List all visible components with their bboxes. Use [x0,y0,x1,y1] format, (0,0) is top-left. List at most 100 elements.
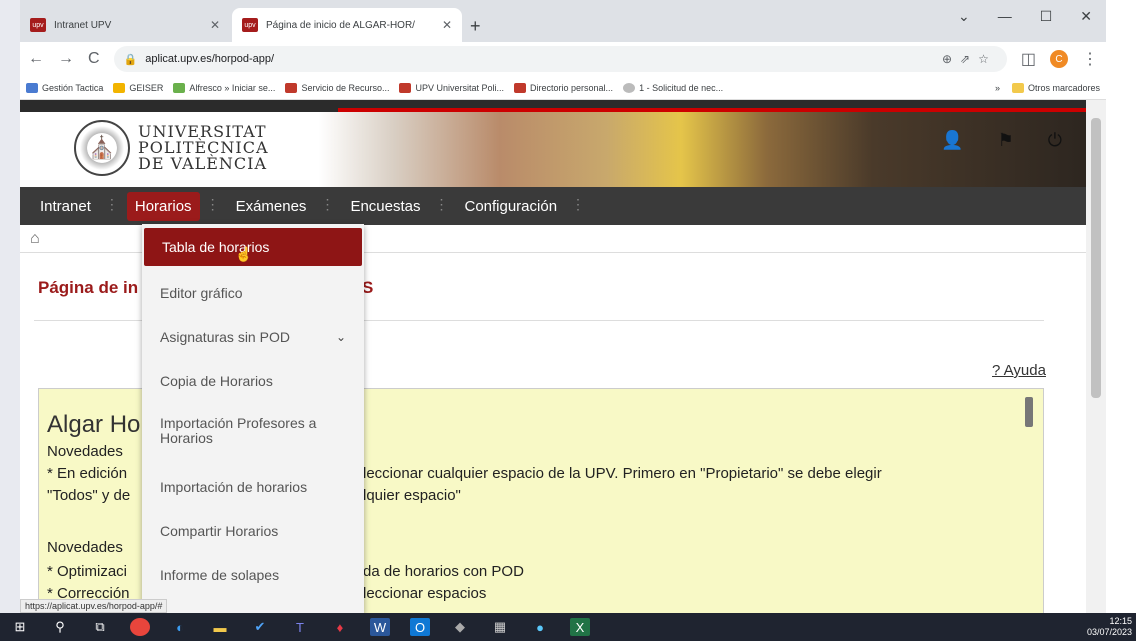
teams-icon[interactable]: T [290,618,310,636]
bookmark-label: Alfresco » Iniciar se... [189,82,276,93]
back-icon[interactable]: ← [28,50,44,68]
other-bookmarks-folder[interactable]: Otros marcadores [1011,82,1100,93]
panel-text-line: * En edición [47,465,128,482]
page-scrollbar[interactable] [1086,100,1106,613]
app-icon[interactable]: ♦ [330,618,350,636]
menu-item-copia-de-horarios[interactable]: Copia de Horarios [142,374,364,389]
bookmarks-overflow-button[interactable]: » [995,83,1000,93]
maximize-icon[interactable]: ☐ [1040,8,1053,25]
horarios-dropdown-menu: Tabla de horarios ☝ Editor gráfico Asign… [142,224,364,613]
excel-icon[interactable]: X [570,618,590,636]
scrollbar-thumb[interactable] [1091,118,1101,398]
help-link[interactable]: ? Ayuda [992,362,1046,379]
menu-item-importacion-profesores[interactable]: Importación Profesores a Horarios [142,416,364,446]
user-icon[interactable]: 👤 [941,130,963,151]
address-bar-actions: ⊕⇗☆ [942,52,997,66]
clock-date: 03/07/2023 [1086,627,1132,637]
tab-strip: upv Intranet UPV ✕ upv Página de inicio … [20,0,1106,42]
panel-scrollbar-thumb[interactable] [1025,397,1033,427]
chevron-down-icon[interactable]: ⌄ [958,8,970,25]
bookmark-icon [26,82,38,93]
file-explorer-icon[interactable]: ▬ [210,618,230,636]
app-icon[interactable]: ◆ [450,618,470,636]
close-icon[interactable]: ✕ [442,18,452,32]
menu-item-asignaturas-sin-pod[interactable]: Asignaturas sin POD ⌄ [142,330,364,345]
panel-text-line: * Optimizaci [47,563,128,580]
home-icon[interactable]: ⌂ [30,230,40,248]
bookmark-item[interactable]: Alfresco » Iniciar se... [173,82,276,93]
menu-icon[interactable]: ⋮ [1082,49,1098,69]
address-bar[interactable]: 🔒 aplicat.upv.es/horpod-app/ ⊕⇗☆ [113,46,1007,72]
nav-item-examenes[interactable]: Exámenes [228,192,335,221]
window-controls: ⌄ — ☐ ✕ [958,8,1106,25]
app-icon[interactable]: ● [530,618,550,636]
profile-avatar[interactable]: C [1050,50,1068,68]
bookmark-icon [514,82,527,93]
bookmark-label: Directorio personal... [530,82,614,93]
bookmark-icon [113,82,126,93]
word-icon[interactable]: W [370,618,390,636]
menu-item-importacion-de-horarios[interactable]: Importación de horarios [142,480,364,495]
page-title: Página de in [38,278,139,297]
edge-icon[interactable]: ◐ [170,618,190,636]
tab-algar-horarios[interactable]: upv Página de inicio de ALGAR-HOR/ ✕ [232,8,462,42]
sidebar-icon[interactable]: ◫ [1021,49,1036,69]
outlook-icon[interactable]: O [410,618,430,636]
forward-icon[interactable]: → [58,50,74,68]
system-clock[interactable]: 12:15 03/07/2023 [1087,616,1132,638]
close-window-icon[interactable]: ✕ [1080,8,1092,25]
university-seal-icon: ⛪ [74,120,130,176]
bookmark-label: Gestión Tactica [42,82,104,93]
web-page: ⛪ UNIVERSITAT POLITÈCNICA DE VALÈNCIA 👤 … [20,100,1086,613]
bookmark-icon [399,82,412,93]
top-accent-bar [20,100,1086,112]
bookmark-item[interactable]: UPV Universitat Poli... [399,82,505,93]
task-view-icon[interactable]: ⧉ [90,618,110,636]
hand-cursor-icon: ☝ [235,245,253,262]
nav-item-horarios[interactable]: Horarios [126,191,219,221]
university-logo-text[interactable]: UNIVERSITAT POLITÈCNICA DE VALÈNCIA [138,124,269,172]
folder-icon [1011,82,1024,93]
nav-item-configuracion[interactable]: Configuración [456,192,584,221]
bookmark-label: Servicio de Recurso... [301,82,390,93]
tab-intranet-upv[interactable]: upv Intranet UPV ✕ [20,8,230,42]
menu-item-label: Tabla de horarios [162,238,270,255]
panel-text-line: leccionar cualquier espacio de la UPV. P… [363,465,882,482]
menu-item-tabla-de-horarios[interactable]: Tabla de horarios ☝ [144,228,362,266]
logo-line: DE VALÈNCIA [138,154,268,173]
new-tab-button[interactable]: + [470,16,481,37]
calculator-icon[interactable]: ▦ [490,618,510,636]
bookmark-label: UPV Universitat Poli... [415,82,505,93]
header-actions: 👤 ⚑ ⏻ [941,130,1062,151]
panel-text-line: leccionar espacios [363,585,487,602]
bookmark-label: GEISER [129,82,164,93]
panel-text-line: da de horarios con POD [363,563,524,580]
upv-favicon-icon: upv [30,18,46,32]
main-navigation: Intranet Horarios Exámenes Encuestas Con… [20,187,1086,225]
desktop-background-left [0,0,20,641]
menu-item-compartir-horarios[interactable]: Compartir Horarios [142,524,364,539]
windows-start-icon[interactable]: ⊞ [10,618,30,636]
menu-item-informe-de-solapes[interactable]: Informe de solapes [142,568,364,583]
bookmark-item[interactable]: Directorio personal... [514,82,614,93]
menu-item-editor-grafico[interactable]: Editor gráfico [142,286,364,301]
bookmark-item[interactable]: Servicio de Recurso... [285,82,390,93]
clock-time: 12:15 [1109,616,1132,626]
nav-item-encuestas[interactable]: Encuestas [342,192,448,221]
desktop-background-right [1106,0,1136,641]
search-icon[interactable]: ⚲ [50,618,70,636]
bookmark-label: 1 - Solicitud de nec... [639,82,724,93]
power-icon[interactable]: ⏻ [1048,130,1062,151]
mail-icon[interactable]: ✔ [250,618,270,636]
chrome-icon[interactable] [130,618,150,636]
close-icon[interactable]: ✕ [210,18,220,32]
reload-icon[interactable]: C [88,50,100,68]
nav-item-intranet[interactable]: Intranet [32,192,119,221]
bookmark-item[interactable]: GEISER [113,82,164,93]
panel-text-line: "Todos" y de [47,487,131,504]
minimize-icon[interactable]: — [998,8,1012,25]
bookmark-item[interactable]: 1 - Solicitud de nec... [623,82,724,93]
bookmark-item[interactable]: Gestión Tactica [26,82,104,93]
bookmark-icon [623,82,636,93]
language-flag-icon[interactable]: ⚑ [998,130,1014,151]
